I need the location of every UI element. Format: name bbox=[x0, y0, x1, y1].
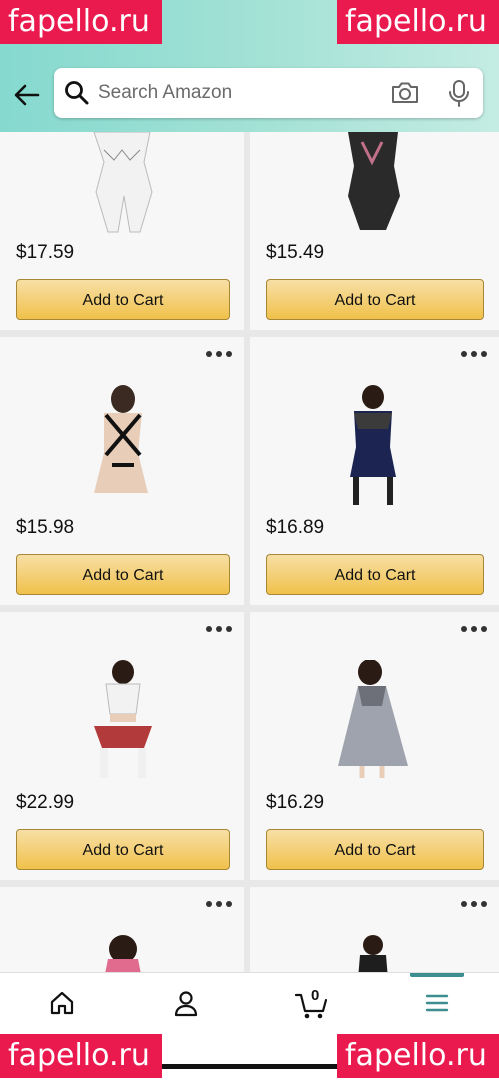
nav-cart[interactable] bbox=[250, 973, 374, 1037]
back-arrow-icon[interactable] bbox=[12, 80, 42, 110]
more-options-icon[interactable] bbox=[206, 901, 232, 909]
add-to-cart-button[interactable]: Add to Cart bbox=[16, 829, 230, 870]
bottom-navigation bbox=[0, 972, 499, 1037]
product-card[interactable]: $22.99 Add to Cart bbox=[0, 612, 244, 880]
product-price: $17.59 bbox=[16, 242, 75, 263]
product-image[interactable] bbox=[314, 660, 432, 780]
watermark: fapello.ru bbox=[0, 1034, 162, 1078]
nav-home[interactable] bbox=[0, 973, 124, 1037]
product-price: $15.98 bbox=[16, 517, 75, 538]
menu-icon bbox=[425, 994, 449, 1012]
product-image[interactable] bbox=[314, 935, 432, 972]
add-to-cart-button[interactable]: Add to Cart bbox=[266, 279, 484, 320]
add-to-cart-button[interactable]: Add to Cart bbox=[16, 554, 230, 595]
nav-menu[interactable] bbox=[375, 973, 499, 1037]
home-indicator bbox=[160, 1064, 340, 1069]
product-image[interactable] bbox=[314, 385, 432, 505]
product-price: $16.29 bbox=[266, 792, 325, 813]
home-icon bbox=[50, 991, 74, 1015]
product-card[interactable] bbox=[250, 887, 499, 972]
watermark: fapello.ru bbox=[337, 0, 499, 44]
product-card[interactable]: $17.59 Add to Cart bbox=[0, 132, 244, 330]
product-image[interactable] bbox=[314, 132, 432, 252]
add-to-cart-button[interactable]: Add to Cart bbox=[266, 554, 484, 595]
product-image[interactable] bbox=[64, 385, 182, 505]
camera-icon[interactable] bbox=[390, 80, 420, 106]
product-image[interactable] bbox=[64, 132, 182, 252]
nav-account[interactable] bbox=[124, 973, 248, 1037]
add-to-cart-button[interactable]: Add to Cart bbox=[266, 829, 484, 870]
product-price: $22.99 bbox=[16, 792, 75, 813]
product-card[interactable]: $16.89 Add to Cart bbox=[250, 337, 499, 605]
search-placeholder[interactable]: Search Amazon bbox=[98, 82, 232, 104]
add-to-cart-button[interactable]: Add to Cart bbox=[16, 279, 230, 320]
product-image[interactable] bbox=[64, 660, 182, 780]
product-price: $16.89 bbox=[266, 517, 325, 538]
mic-icon[interactable] bbox=[444, 78, 474, 108]
account-icon bbox=[174, 991, 198, 1017]
search-icon bbox=[64, 80, 90, 106]
product-card[interactable] bbox=[0, 887, 244, 972]
cart-count-badge: 0 bbox=[311, 987, 320, 1004]
watermark: fapello.ru bbox=[337, 1034, 499, 1078]
search-bar[interactable]: Search Amazon bbox=[54, 68, 483, 118]
more-options-icon[interactable] bbox=[461, 626, 487, 634]
product-image[interactable] bbox=[64, 935, 182, 972]
product-price: $15.49 bbox=[266, 242, 325, 263]
product-grid: $17.59 Add to Cart $15.49 Add to Cart $1… bbox=[0, 132, 499, 972]
product-card[interactable]: $16.29 Add to Cart bbox=[250, 612, 499, 880]
product-card[interactable]: $15.98 Add to Cart bbox=[0, 337, 244, 605]
watermark: fapello.ru bbox=[0, 0, 162, 44]
product-card[interactable]: $15.49 Add to Cart bbox=[250, 132, 499, 330]
more-options-icon[interactable] bbox=[461, 351, 487, 359]
more-options-icon[interactable] bbox=[206, 626, 232, 634]
more-options-icon[interactable] bbox=[461, 901, 487, 909]
more-options-icon[interactable] bbox=[206, 351, 232, 359]
